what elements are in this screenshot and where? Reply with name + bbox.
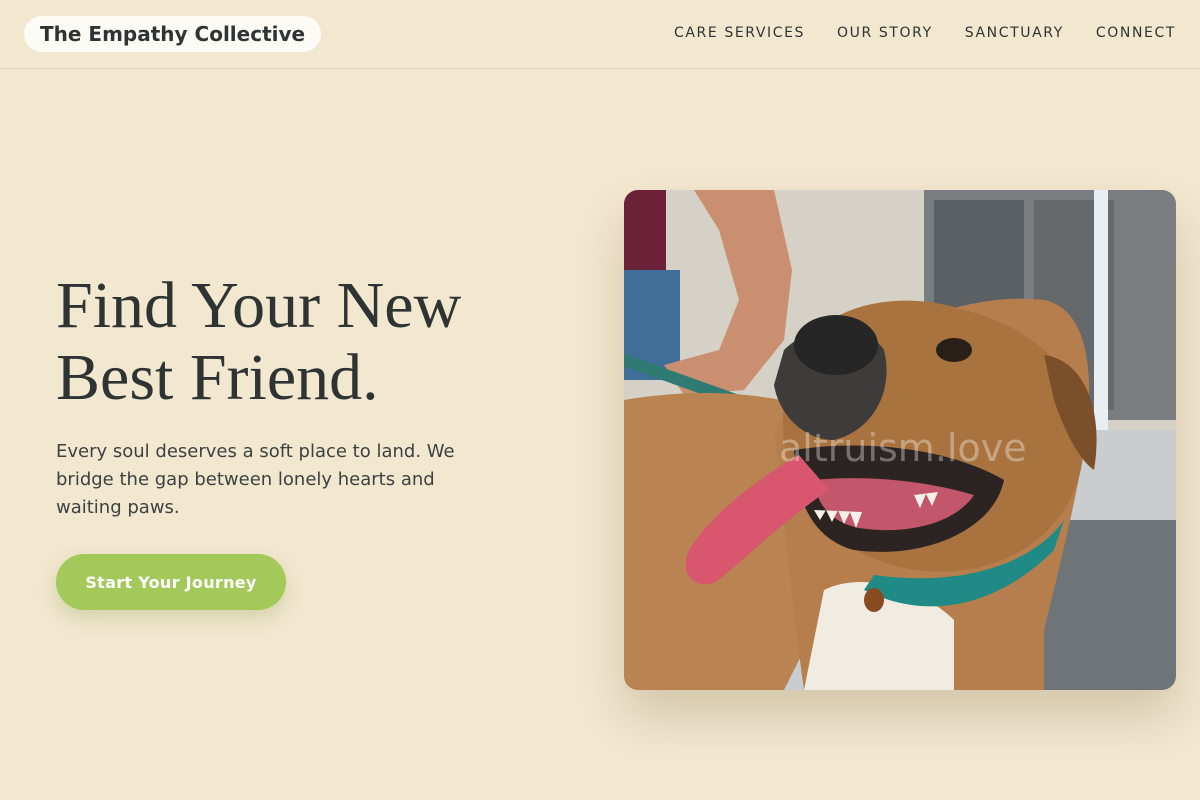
hero-title-line-2: Best Friend. (56, 341, 379, 414)
nav-item-connect[interactable]: CONNECT (1096, 22, 1176, 44)
hero-dog-photo: altruism.love (624, 190, 1176, 690)
start-journey-button[interactable]: Start Your Journey (56, 554, 286, 610)
hero-title-line-1: Find Your New (56, 269, 462, 342)
hero-description: Every soul deserves a soft place to land… (56, 441, 455, 518)
photo-watermark: altruism.love (779, 426, 1027, 470)
main-nav: CARE SERVICES OUR STORY SANCTUARY CONNEC… (674, 22, 1176, 44)
nav-item-care-services[interactable]: CARE SERVICES (674, 22, 805, 44)
brand-logo[interactable]: The Empathy Collective (24, 16, 322, 52)
site-header: The Empathy Collective CARE SERVICES OUR… (0, 0, 1200, 69)
nav-item-our-story[interactable]: OUR STORY (837, 22, 933, 44)
nav-item-sanctuary[interactable]: SANCTUARY (965, 22, 1064, 44)
hero-title: Find Your New Best Friend. (56, 270, 576, 414)
